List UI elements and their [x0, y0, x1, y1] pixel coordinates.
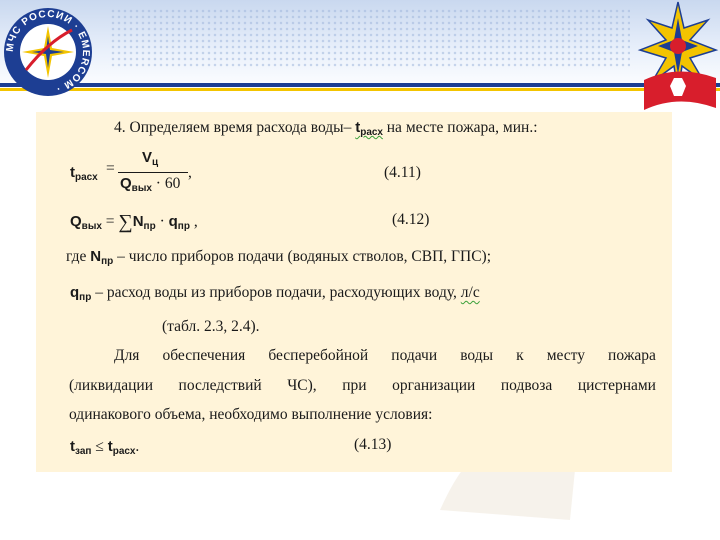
step-heading: 4. Определяем время расхода воды– tрасх … [114, 119, 538, 138]
header-stripe-yellow [0, 88, 720, 91]
t-rasx-symbol: tрасх [355, 119, 383, 138]
f1-equation-number: (4.11) [384, 164, 421, 181]
f1-equals: = [106, 160, 115, 177]
slide-content: 4. Определяем время расхода воды– tрасх … [36, 112, 672, 472]
f1-fraction-bar [118, 172, 188, 173]
paragraph-line-1: Для обеспечения бесперебойной подачи воды к ме… [114, 347, 656, 364]
f1-numerator: Vц [142, 149, 159, 168]
f1-denominator: Qвых · 60 [120, 175, 181, 194]
mchs-emercom-logo: МЧС РОССИИ · EMERCOM · [4, 8, 92, 96]
sigma-symbol: ∑ [118, 211, 133, 233]
header-dot-pattern [110, 8, 630, 68]
f1-lhs: tрасх [70, 164, 98, 183]
f2-expression: Qвых = ∑Nпр · qпр , [70, 211, 198, 233]
regional-emblem [637, 1, 719, 110]
f3-expression: tзап ≤ tрасх. [70, 438, 140, 457]
paragraph-line-3: одинакового объема, необходимо выполнени… [69, 406, 433, 423]
header-stripe-blue [0, 83, 720, 87]
f3-equation-number: (4.13) [354, 436, 392, 453]
definition-n-pr: где Nпр – число приборов подачи (водяных… [66, 248, 492, 267]
definition-q-pr: qпр – расход воды из приборов подачи, ра… [70, 284, 480, 303]
f1-comma: , [188, 164, 192, 181]
paragraph-line-2: (ликвидации последствий ЧС), при организации… [69, 377, 656, 394]
table-reference: (табл. 2.3, 2.4). [162, 318, 260, 335]
f2-equation-number: (4.12) [392, 211, 430, 228]
